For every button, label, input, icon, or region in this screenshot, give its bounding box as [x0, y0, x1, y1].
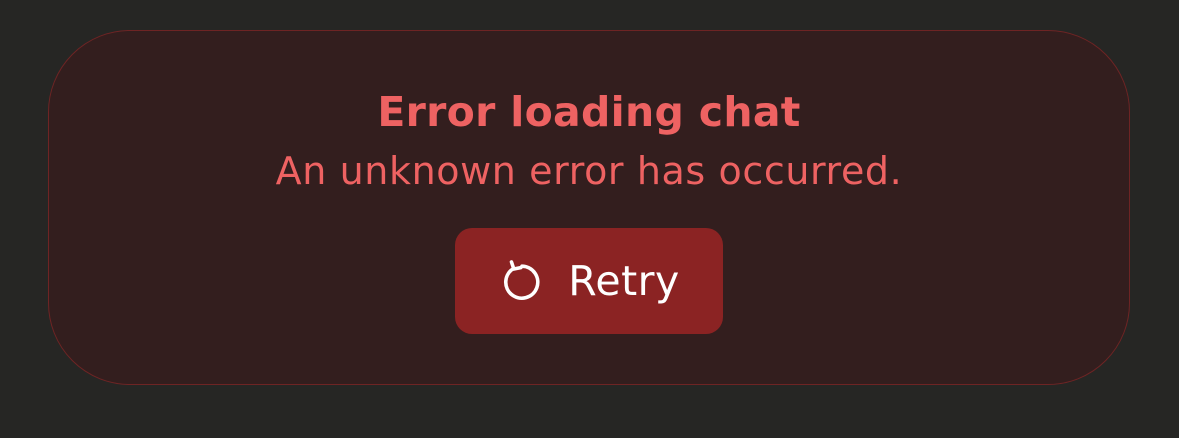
retry-label: Retry	[568, 257, 680, 305]
error-title: Error loading chat	[377, 88, 801, 136]
error-card: Error loading chat An unknown error has …	[48, 30, 1130, 385]
retry-icon	[498, 259, 542, 303]
retry-button[interactable]: Retry	[455, 228, 723, 334]
error-message: An unknown error has occurred.	[275, 149, 903, 193]
